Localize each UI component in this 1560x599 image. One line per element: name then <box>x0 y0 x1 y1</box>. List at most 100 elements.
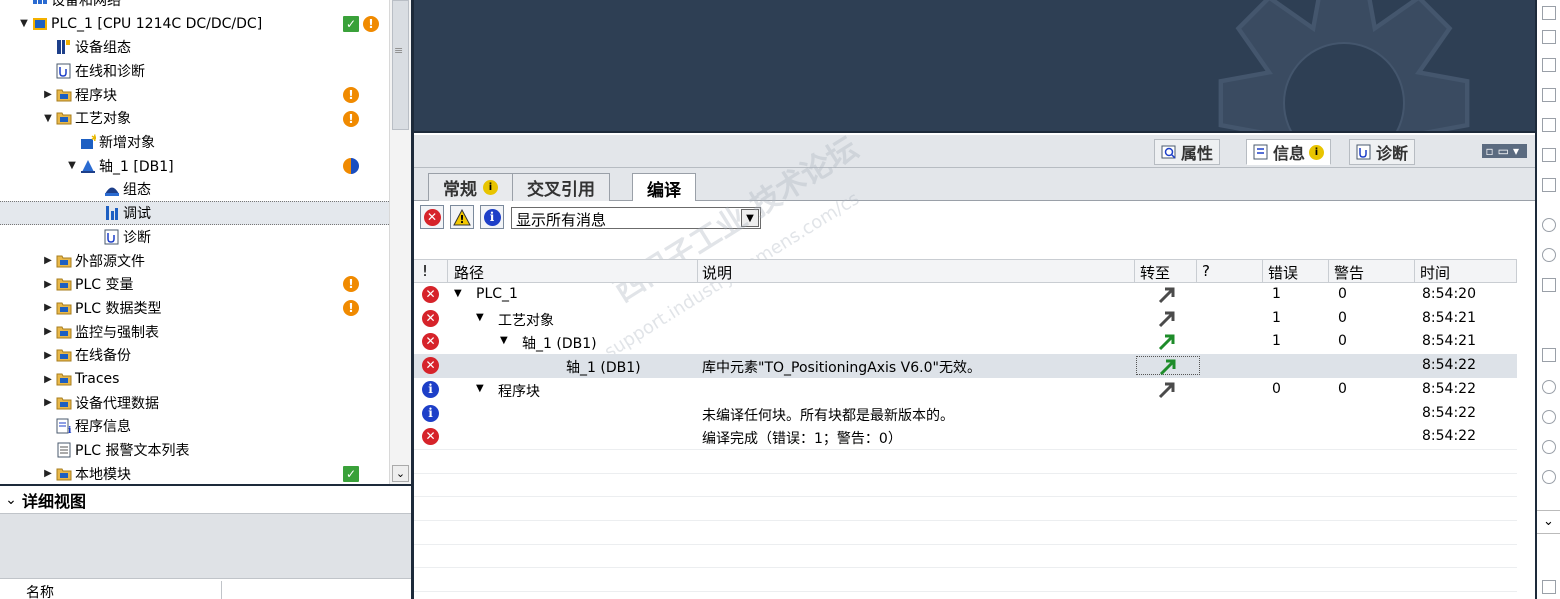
tree-item[interactable]: 设备和网络 <box>0 0 389 12</box>
radio-button[interactable] <box>1542 248 1556 262</box>
checkbox[interactable] <box>1542 178 1556 192</box>
tree-item[interactable]: ▼ 工艺对象! <box>0 107 389 131</box>
message-row[interactable]: i 未编译任何块。所有块都是最新版本的。 8:54:22 <box>414 402 1517 426</box>
checkbox[interactable] <box>1542 278 1556 292</box>
column-header-description[interactable]: 说明 <box>702 262 732 283</box>
scroll-down-button[interactable]: ⌄ <box>392 465 409 482</box>
goto-arrow-icon[interactable] <box>1149 332 1209 351</box>
window-controls-icon[interactable]: ▫▭▾ <box>1481 144 1527 158</box>
expand-down-icon[interactable]: ▼ <box>476 312 484 323</box>
column-separator[interactable] <box>1196 260 1197 283</box>
expand-right-icon[interactable]: ▶ <box>42 374 54 385</box>
tree-item[interactable]: ▶ 本地模块 ✓ <box>0 462 389 484</box>
tree-item[interactable]: PLC 报警文本列表 <box>0 438 389 462</box>
tab-properties[interactable]: 属性 <box>1154 139 1221 165</box>
radio-button[interactable] <box>1542 440 1556 454</box>
tree-item[interactable]: ▶ PLC 变量! <box>0 272 389 296</box>
column-separator[interactable] <box>1134 260 1135 283</box>
radio-button[interactable] <box>1542 380 1556 394</box>
checkbox[interactable] <box>1542 580 1556 594</box>
tree-item[interactable]: 诊断 <box>0 225 389 249</box>
column-header-severity[interactable]: ! <box>422 262 428 280</box>
message-row[interactable]: ✕ ▼ 工艺对象 1 0 8:54:21 <box>414 307 1517 331</box>
filter-warnings-button[interactable]: ! <box>450 205 474 229</box>
expand-right-icon[interactable]: ▶ <box>42 255 54 266</box>
filter-errors-button[interactable]: ✕ <box>420 205 444 229</box>
checkbox[interactable] <box>1542 118 1556 132</box>
column-separator[interactable] <box>221 581 222 599</box>
expand-down-icon[interactable]: ▼ <box>18 18 30 29</box>
message-filter-dropdown[interactable]: 显示所有消息 ▼ <box>511 207 761 229</box>
project-tree-scrollbar[interactable]: ≡ ⌄ <box>389 0 411 484</box>
expand-down-icon[interactable]: ▼ <box>66 160 78 171</box>
expand-right-icon[interactable]: ▶ <box>42 279 54 290</box>
expand-down-icon[interactable]: ▼ <box>500 335 508 346</box>
tree-item[interactable]: ▶ 在线备份 <box>0 344 389 368</box>
tree-item[interactable]: ▶ 设备代理数据 <box>0 391 389 415</box>
subtab-compile[interactable]: 编译 <box>632 173 696 202</box>
goto-arrow-icon[interactable] <box>1149 309 1209 328</box>
radio-button[interactable] <box>1542 470 1556 484</box>
column-separator[interactable] <box>1262 260 1263 283</box>
checkbox[interactable] <box>1542 148 1556 162</box>
expand-right-icon[interactable]: ▶ <box>42 89 54 100</box>
dropdown-arrow-icon[interactable]: ▼ <box>741 209 759 227</box>
checkbox[interactable] <box>1542 6 1556 20</box>
goto-arrow-icon[interactable] <box>1149 380 1209 399</box>
tree-item[interactable]: 调试 <box>0 201 389 225</box>
tab-diagnostics[interactable]: 诊断 <box>1349 139 1416 165</box>
tree-item[interactable]: i 程序信息 <box>0 415 389 439</box>
checkbox[interactable] <box>1542 30 1556 44</box>
collapse-chevron-icon[interactable]: ⌄ <box>1537 510 1560 534</box>
subtab-general[interactable]: 常规 i <box>428 173 513 201</box>
expand-right-icon[interactable]: ▶ <box>42 350 54 361</box>
column-header-time[interactable]: 时间 <box>1420 262 1450 283</box>
radio-button[interactable] <box>1542 410 1556 424</box>
message-row[interactable]: ✕ 轴_1 (DB1) 库中元素"TO_PositioningAxis V6.0"无… <box>414 354 1517 378</box>
detail-view-header[interactable]: ⌄ 详细视图 <box>0 486 411 514</box>
tree-item[interactable]: ✱ 新增对象 <box>0 130 389 154</box>
collapse-chevron-icon[interactable]: ⌄ <box>0 492 22 508</box>
checkbox[interactable] <box>1542 58 1556 72</box>
message-row[interactable]: ✕ ▼ PLC_1 1 0 8:54:20 <box>414 283 1517 307</box>
goto-arrow-icon[interactable] <box>1136 356 1200 376</box>
column-separator[interactable] <box>1328 260 1329 283</box>
checkbox[interactable] <box>1542 348 1556 362</box>
goto-arrow-icon[interactable] <box>1149 285 1209 304</box>
filter-info-button[interactable]: i <box>480 205 504 229</box>
message-row[interactable]: i ▼ 程序块 0 0 8:54:22 <box>414 378 1517 402</box>
column-separator[interactable] <box>447 260 448 283</box>
column-header-path[interactable]: 路径 <box>454 262 484 283</box>
message-row[interactable]: ✕ ▼ 轴_1 (DB1) 1 0 8:54:21 <box>414 330 1517 354</box>
tab-info[interactable]: 信息 i <box>1246 139 1332 165</box>
expand-right-icon[interactable]: ▶ <box>42 468 54 479</box>
message-row[interactable]: ✕ 编译完成（错误：1；警告：0） 8:54:22 <box>414 425 1517 449</box>
tree-item[interactable]: ▶ 监控与强制表 <box>0 320 389 344</box>
radio-button[interactable] <box>1542 218 1556 232</box>
expand-right-icon[interactable]: ▶ <box>42 326 54 337</box>
tree-item[interactable]: ▶ 程序块! <box>0 83 389 107</box>
tree-item[interactable]: 组态 <box>0 178 389 202</box>
expand-down-icon[interactable]: ▼ <box>454 288 462 299</box>
tree-item[interactable]: ▶ 外部源文件 <box>0 249 389 273</box>
tree-item[interactable]: ▶ PLC 数据类型! <box>0 296 389 320</box>
column-separator[interactable] <box>1414 260 1415 283</box>
column-header-errors[interactable]: 错误 <box>1268 262 1298 283</box>
column-separator[interactable] <box>697 260 698 283</box>
tree-item[interactable]: ▼ PLC_1 [CPU 1214C DC/DC/DC] ✓! <box>0 12 389 36</box>
column-header-goto[interactable]: 转至 <box>1140 262 1170 283</box>
column-header-help[interactable]: ? <box>1202 262 1210 280</box>
tree-item[interactable]: ▼ 轴_1 [DB1] <box>0 154 389 178</box>
scrollbar-thumb[interactable] <box>392 0 409 130</box>
checkbox[interactable] <box>1542 88 1556 102</box>
subtab-cross-references[interactable]: 交叉引用 <box>512 173 610 201</box>
tree-item[interactable]: 在线和诊断 <box>0 59 389 83</box>
column-header-warnings[interactable]: 警告 <box>1334 262 1364 283</box>
expand-right-icon[interactable]: ▶ <box>42 397 54 408</box>
expand-down-icon[interactable]: ▼ <box>476 383 484 394</box>
expand-down-icon[interactable]: ▼ <box>42 113 54 124</box>
column-separator[interactable] <box>1516 260 1517 283</box>
expand-right-icon[interactable]: ▶ <box>42 302 54 313</box>
tree-item[interactable]: 设备组态 <box>0 35 389 59</box>
tree-item[interactable]: ▶ Traces <box>0 367 389 391</box>
